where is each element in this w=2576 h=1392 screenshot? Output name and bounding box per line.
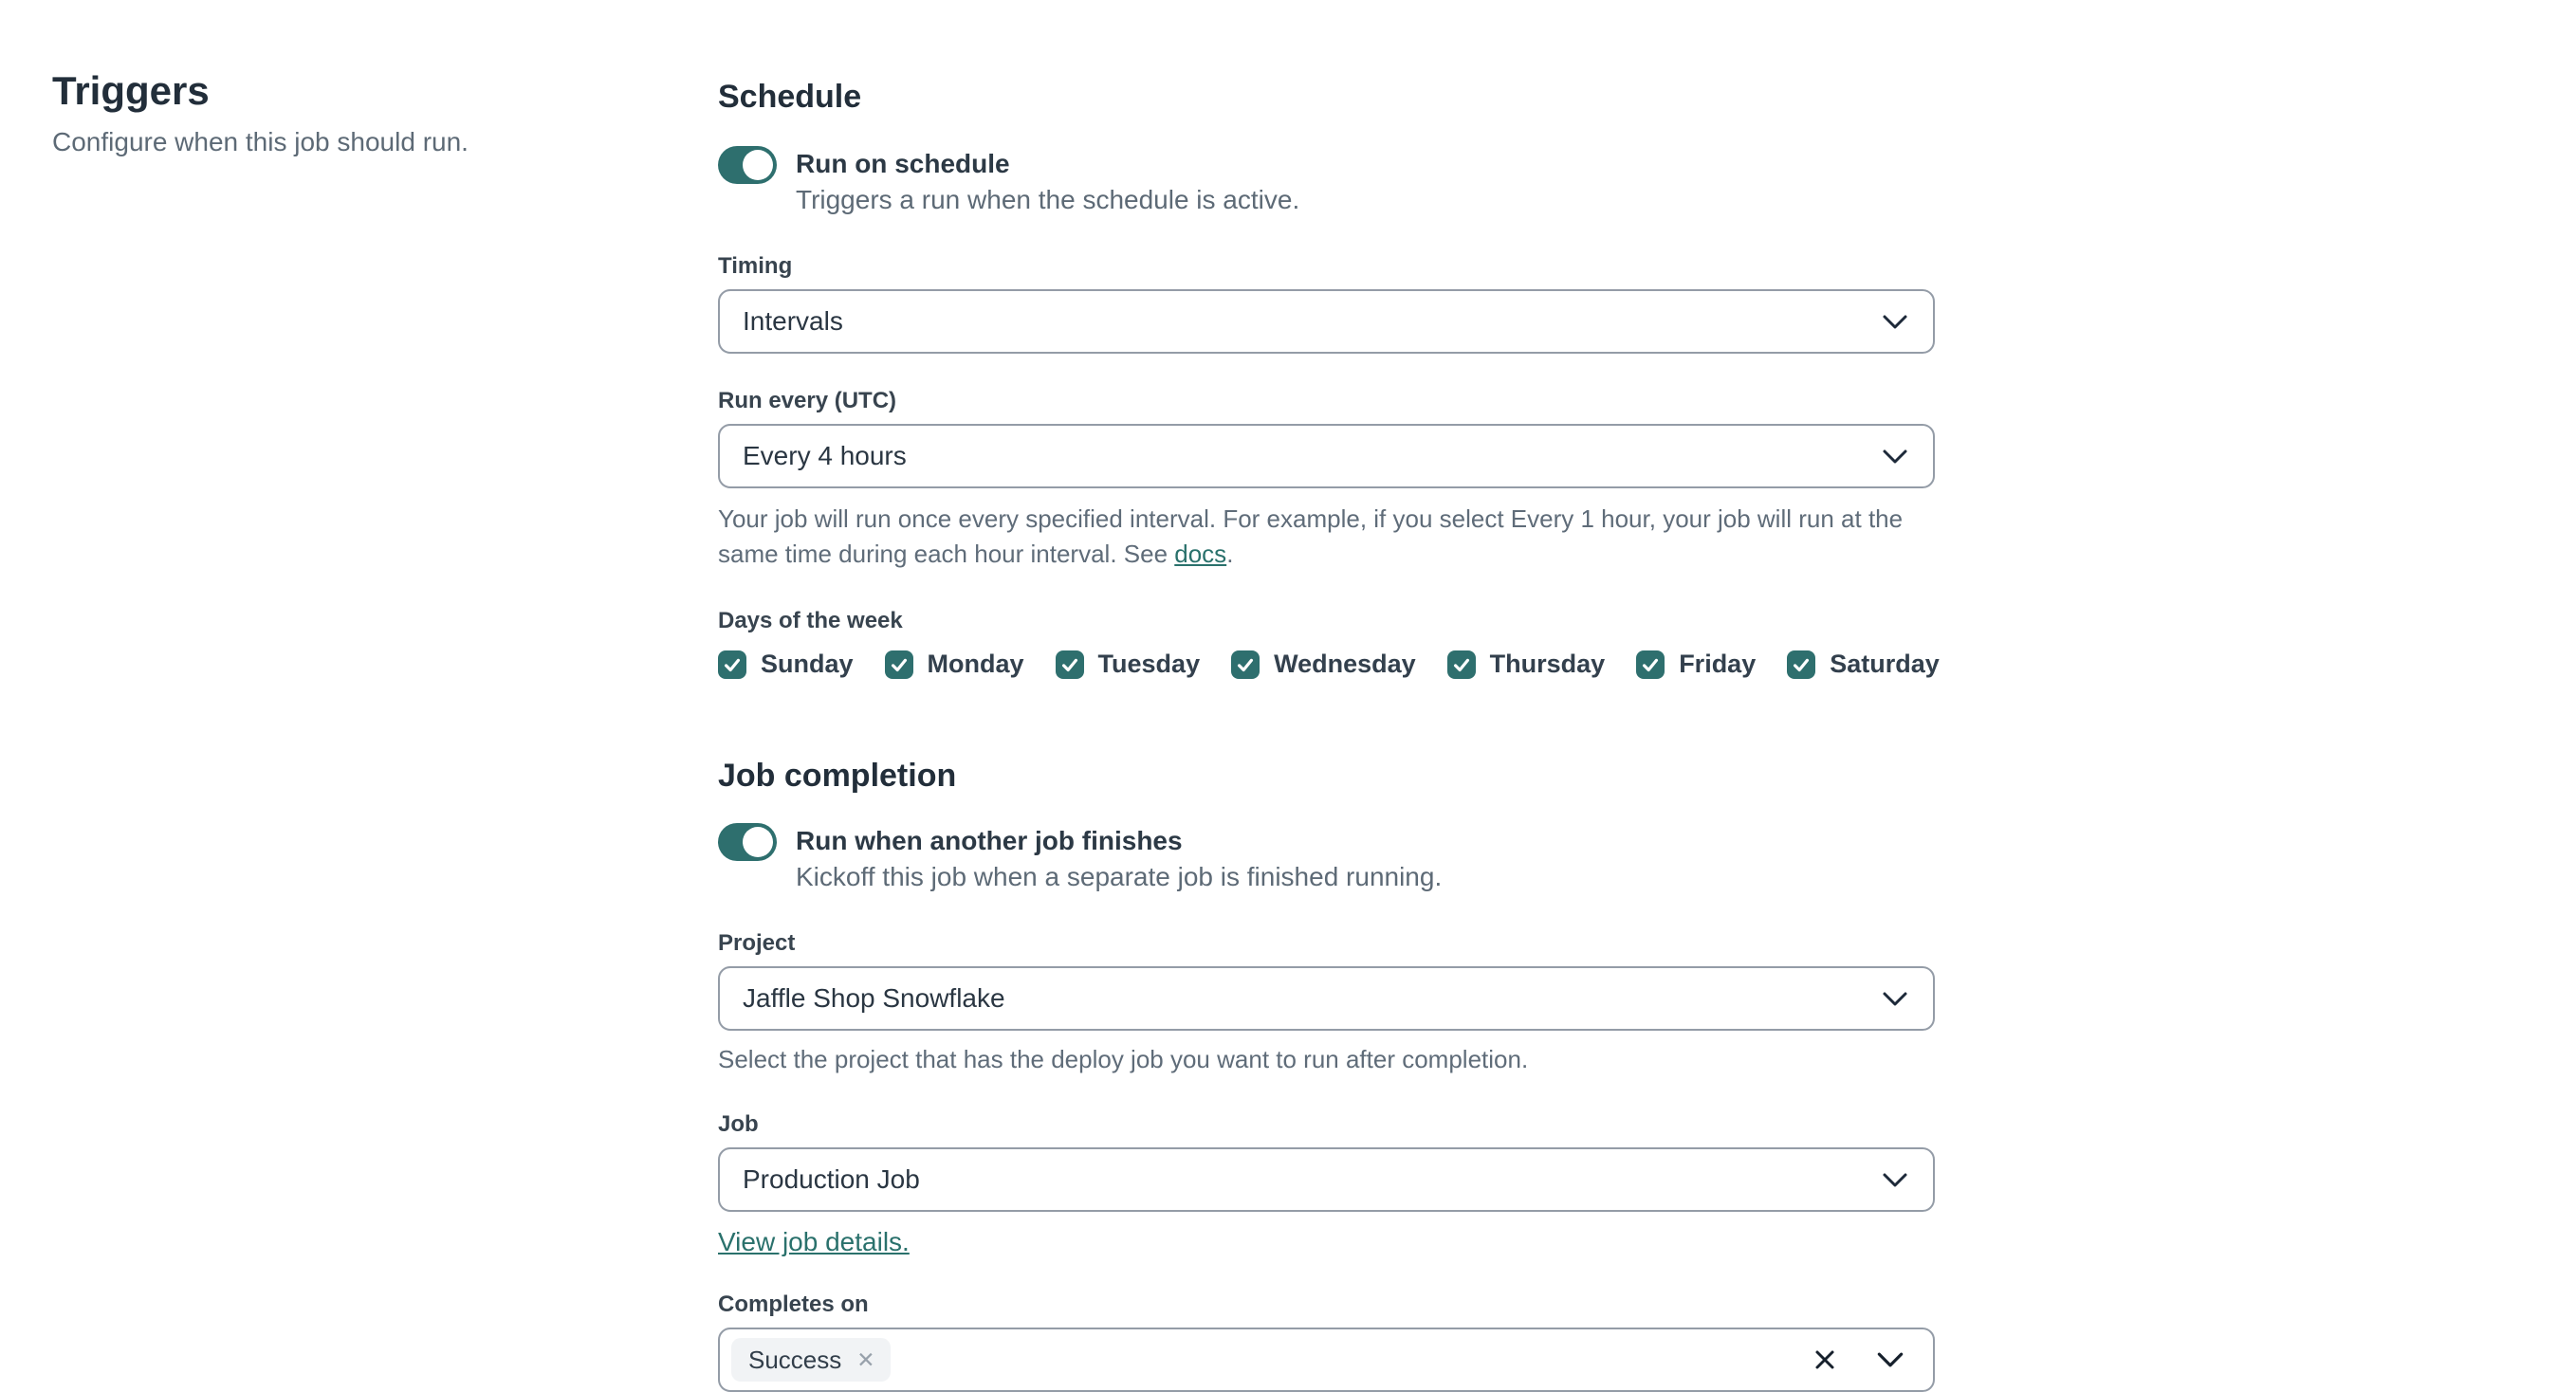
checkbox-checked-icon: [1636, 650, 1665, 679]
day-checkbox-thursday[interactable]: Thursday: [1446, 650, 1605, 679]
page-title: Triggers: [52, 68, 210, 113]
schedule-heading: Schedule: [718, 79, 862, 115]
day-checkbox-friday[interactable]: Friday: [1636, 650, 1756, 679]
docs-link[interactable]: docs: [1174, 540, 1226, 568]
toggle-knob: [743, 827, 773, 857]
project-help: Select the project that has the deploy j…: [718, 1045, 1529, 1073]
checkbox-checked-icon: [1787, 650, 1816, 679]
job-completion-heading: Job completion: [718, 758, 957, 794]
run-every-help: Your job will run once every specified i…: [718, 504, 1904, 568]
section-intro: Triggers Configure when this job should …: [52, 68, 640, 157]
day-checkbox-wednesday[interactable]: Wednesday: [1231, 650, 1416, 679]
day-checkbox-saturday[interactable]: Saturday: [1787, 650, 1940, 679]
day-checkbox-sunday[interactable]: Sunday: [718, 650, 854, 679]
chevron-down-icon: [1883, 1173, 1907, 1186]
run-on-schedule-label: Run on schedule: [796, 149, 1010, 178]
completes-on-multiselect[interactable]: Success ✕: [718, 1328, 1935, 1392]
run-every-label: Run every (UTC): [718, 388, 897, 413]
view-job-details-link[interactable]: View job details.: [718, 1227, 910, 1256]
run-when-job-finishes-toggle[interactable]: [718, 823, 777, 861]
run-when-job-finishes-label: Run when another job finishes: [796, 826, 1183, 855]
days-of-week-group: Sunday Monday Tuesday Wednesday Thursday…: [718, 650, 1940, 679]
run-when-job-finishes-description: Kickoff this job when a separate job is …: [796, 862, 1443, 891]
remove-tag-icon[interactable]: ✕: [856, 1348, 874, 1371]
day-checkbox-tuesday[interactable]: Tuesday: [1055, 650, 1200, 679]
days-of-week-label: Days of the week: [718, 608, 903, 633]
run-on-schedule-row: Run on schedule Triggers a run when the …: [718, 146, 1935, 217]
run-on-schedule-toggle[interactable]: [718, 146, 777, 184]
checkbox-checked-icon: [1446, 650, 1476, 679]
project-select-value: Jaffle Shop Snowflake: [743, 983, 1005, 1013]
timing-select[interactable]: Intervals: [718, 289, 1935, 354]
completes-on-label: Completes on: [718, 1291, 869, 1317]
timing-label: Timing: [718, 253, 793, 279]
project-select[interactable]: Jaffle Shop Snowflake: [718, 966, 1935, 1031]
job-label: Job: [718, 1111, 759, 1137]
checkbox-checked-icon: [884, 650, 913, 679]
run-when-job-finishes-row: Run when another job finishes Kickoff th…: [718, 823, 1935, 894]
day-checkbox-monday[interactable]: Monday: [884, 650, 1024, 679]
project-label: Project: [718, 930, 796, 956]
checkbox-checked-icon: [1231, 650, 1260, 679]
page-subtitle: Configure when this job should run.: [52, 127, 469, 157]
job-select-value: Production Job: [743, 1164, 920, 1194]
run-every-select-value: Every 4 hours: [743, 441, 907, 470]
clear-all-icon[interactable]: [1813, 1348, 1836, 1371]
run-every-select[interactable]: Every 4 hours: [718, 424, 1935, 488]
completes-on-tag-success: Success ✕: [731, 1338, 891, 1382]
checkbox-checked-icon: [718, 650, 746, 679]
run-on-schedule-description: Triggers a run when the schedule is acti…: [796, 185, 1300, 214]
triggers-form: Schedule Run on schedule Triggers a run …: [718, 78, 1940, 1392]
checkbox-checked-icon: [1055, 650, 1084, 679]
timing-select-value: Intervals: [743, 306, 843, 336]
chevron-down-icon: [1883, 449, 1907, 463]
chevron-down-icon: [1883, 992, 1907, 1005]
chevron-down-icon[interactable]: [1876, 1351, 1904, 1368]
job-select[interactable]: Production Job: [718, 1147, 1935, 1212]
tag-label: Success: [748, 1345, 842, 1374]
chevron-down-icon: [1883, 315, 1907, 328]
toggle-knob: [743, 150, 773, 180]
